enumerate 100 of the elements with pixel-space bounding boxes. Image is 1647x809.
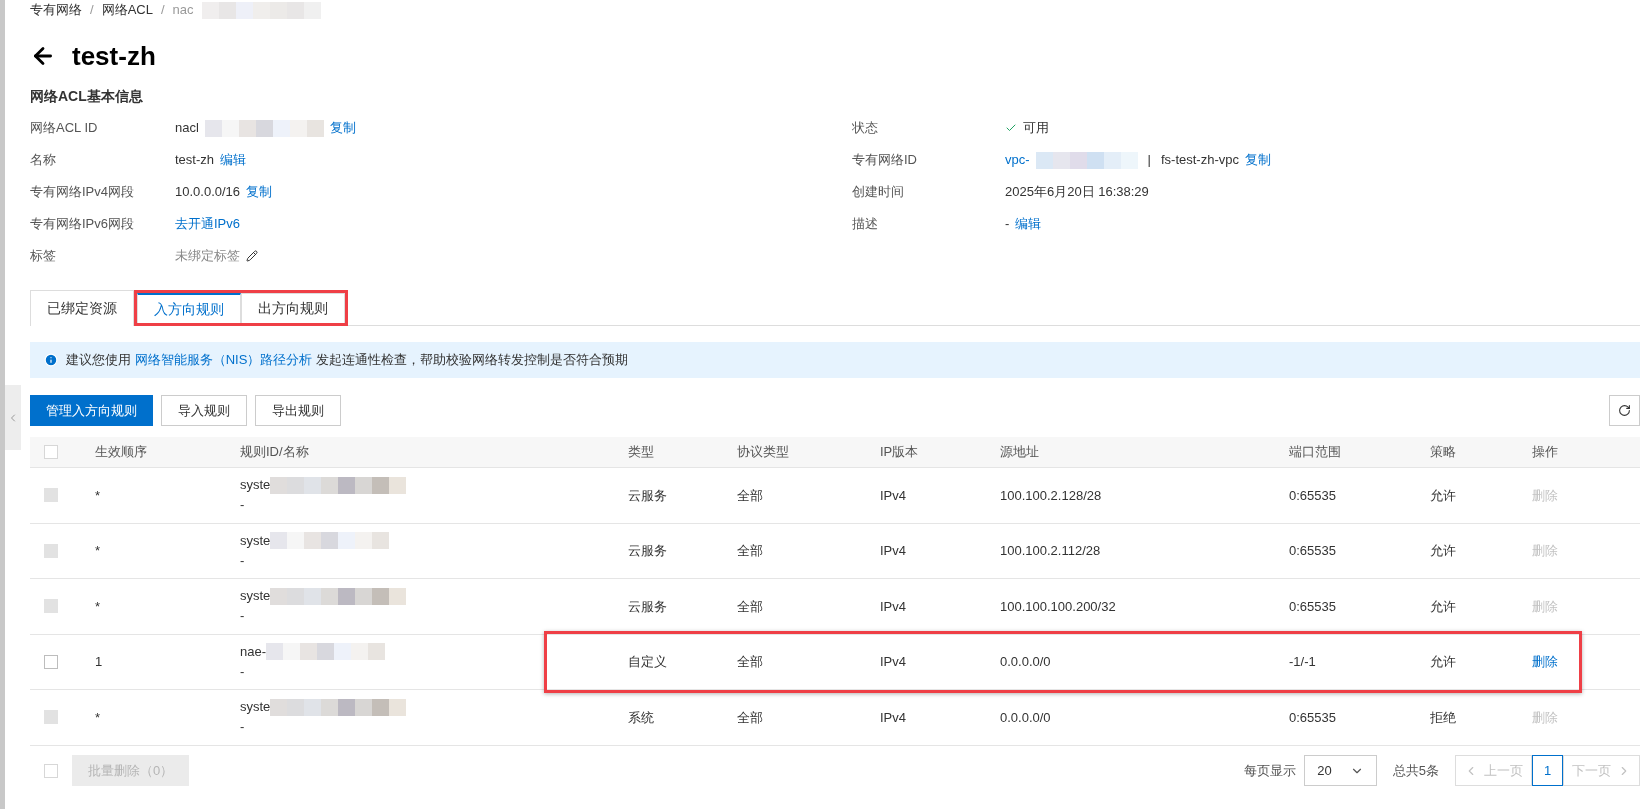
text-link[interactable]: 去开通IPv6 (175, 214, 240, 234)
table-cell-text: -1/-1 (1289, 653, 1317, 671)
refresh-button[interactable] (1609, 395, 1640, 426)
field-label: 专有网络IPv6网段 (30, 215, 135, 234)
text-link[interactable]: 复制 (329, 118, 356, 138)
table-cell-text: 0:65535 (1289, 542, 1337, 560)
delete-link[interactable]: 删除 (1532, 652, 1558, 672)
table-cell-text: * (95, 542, 102, 560)
text-link[interactable]: 复制 (246, 182, 273, 202)
breadcrumb-item: nac (172, 1, 194, 20)
field-label: 描述 (852, 215, 879, 234)
table-cell-text: IPv4 (880, 542, 907, 560)
page-size-select[interactable]: 20 (1304, 755, 1377, 786)
column-header: 协议类型 (737, 443, 790, 462)
table-cell-text: 0.0.0.0/0 (1000, 708, 1052, 727)
table-cell-text: 1 (95, 653, 104, 671)
column-header: 规则ID/名称 (240, 443, 310, 462)
text-link[interactable]: 编辑 (1015, 214, 1042, 234)
field-value: test-zh (175, 151, 214, 170)
toolbar-button[interactable]: 导入规则 (161, 395, 247, 426)
separator: | (1146, 151, 1152, 170)
table-cell-text: 系统 (628, 708, 655, 727)
table-cell-text: 全部 (737, 708, 764, 727)
table-cell-text: 0:65535 (1289, 597, 1337, 616)
field-value: 10.0.0.0/16 (175, 183, 241, 202)
row-checkbox[interactable] (44, 654, 58, 669)
section-title: 网络ACL基本信息 (30, 86, 144, 106)
tab[interactable]: 入方向规则 (137, 293, 241, 323)
total-count: 总共5条 (1392, 761, 1439, 780)
text-link[interactable]: 网络智能服务（NIS）路径分析 (134, 352, 313, 368)
column-header: 生效顺序 (95, 443, 148, 462)
table-cell-text: 允许 (1430, 486, 1457, 505)
table-cell-text: 0:65535 (1289, 708, 1337, 727)
table-cell-text: 云服务 (628, 597, 668, 616)
table-cell-text: 100.100.2.128/28 (1000, 486, 1103, 505)
field-label: 状态 (852, 119, 879, 138)
checkbox[interactable] (44, 445, 58, 459)
column-header: IP版本 (880, 443, 920, 462)
table-cell-text: 全部 (737, 542, 764, 560)
table-cell-text: 0:65535 (1289, 486, 1337, 505)
column-header: 策略 (1430, 443, 1457, 462)
checkbox[interactable] (44, 763, 58, 778)
page-size-label: 每页显示 (1244, 761, 1297, 780)
check-icon (1005, 122, 1017, 134)
toolbar-button[interactable]: 导出规则 (255, 395, 341, 426)
breadcrumb-separator: / (160, 1, 165, 20)
rule-id: syste (240, 531, 271, 550)
page-button[interactable]: 1 (1532, 755, 1563, 786)
table-cell-text: 允许 (1430, 597, 1457, 616)
table-cell-text: IPv4 (880, 653, 907, 671)
table-cell-text: 自定义 (628, 653, 668, 671)
rule-name: - (240, 718, 245, 737)
column-header: 类型 (628, 443, 655, 462)
text-link[interactable]: vpc- (1005, 150, 1030, 170)
refresh-icon (1618, 404, 1631, 417)
table-cell-text: 0.0.0.0/0 (1000, 653, 1052, 671)
table-cell-text: 云服务 (628, 486, 668, 505)
rule-id: syste (240, 476, 271, 495)
edit-icon[interactable] (246, 250, 258, 262)
table-cell-text: 允许 (1430, 542, 1457, 560)
collapse-handle[interactable] (5, 385, 21, 450)
field-value: - (1005, 215, 1010, 234)
table-cell-text: 允许 (1430, 653, 1457, 671)
column-header: 端口范围 (1289, 443, 1342, 462)
rule-name: - (240, 662, 245, 681)
notice-text: 建议您使用 网络智能服务（NIS）路径分析 发起连通性检查，帮助校验网络转发控制是否符合预期 (66, 351, 628, 370)
table-cell-text: 全部 (737, 653, 764, 671)
table-cell-text: * (95, 486, 102, 505)
field-label: 网络ACL ID (30, 119, 99, 138)
field-value: nacl (175, 119, 199, 138)
field-label: 创建时间 (852, 183, 905, 202)
field-label: 专有网络ID (852, 151, 918, 170)
rule-id: syste (240, 698, 271, 717)
column-header: 源地址 (1000, 443, 1040, 462)
tab[interactable]: 出方向规则 (241, 293, 345, 323)
rule-name: - (240, 551, 245, 570)
tab[interactable]: 已绑定资源 (30, 290, 134, 326)
table-cell-text: 云服务 (628, 542, 668, 560)
column-header: 操作 (1532, 443, 1559, 462)
breadcrumb-separator: / (90, 1, 94, 20)
table-cell-text: 全部 (737, 486, 764, 505)
rule-id: nae- (240, 642, 267, 661)
table-cell-text: IPv4 (880, 708, 907, 727)
table-cell-text: 全部 (737, 597, 764, 616)
field-value: 未绑定标签 (175, 247, 240, 266)
field-value: 可用 (1023, 119, 1049, 138)
rule-name: - (240, 607, 245, 626)
table-cell-text: IPv4 (880, 486, 907, 505)
field-value: 2025年6月20日 16:38:29 (1005, 183, 1149, 202)
table-cell-text: * (95, 597, 102, 616)
text-link[interactable]: 复制 (1244, 150, 1271, 170)
table-cell-text: 拒绝 (1430, 708, 1457, 727)
toolbar-button[interactable]: 管理入方向规则 (30, 395, 153, 426)
rule-id: syste (240, 587, 271, 606)
table-cell-text: 100.100.2.112/28 (1000, 542, 1102, 560)
breadcrumb-item[interactable]: 专有网络 (30, 0, 82, 20)
text-link[interactable]: 编辑 (220, 150, 246, 170)
field-value: fs-test-zh-vpc (1160, 151, 1239, 170)
table-cell-text: 100.100.100.200/32 (1000, 597, 1117, 616)
breadcrumb-item[interactable]: 网络ACL (101, 0, 153, 20)
